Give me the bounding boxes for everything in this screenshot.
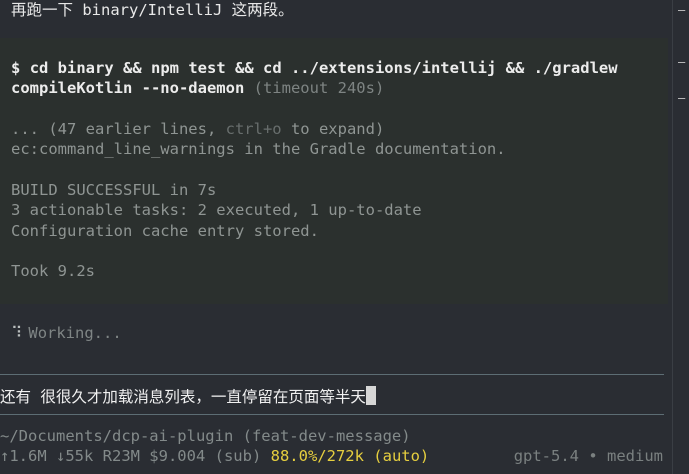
scroll-marker-icon: —: [678, 91, 686, 105]
shell-prompt: $: [11, 59, 21, 77]
command-line-1: $ cd binary && npm test && cd ../extensi…: [11, 59, 618, 77]
command-line-2: compileKotlin --no-daemon (timeout 240s): [11, 79, 384, 97]
command-output-block: $ cd binary && npm test && cd ../extensi…: [0, 38, 668, 304]
token-cost-stats: ↑1.6M ↓55k R23M $9.004 (sub): [0, 447, 271, 465]
assistant-message: 再跑一下 binary/IntelliJ 这两段。: [11, 1, 294, 19]
usage-stats: ↑1.6M ↓55k R23M $9.004 (sub) 88.0%/272k …: [0, 447, 429, 465]
input-top-divider: [0, 374, 664, 375]
collapsed-prefix: ... (47 earlier lines,: [11, 120, 226, 138]
spinner-icon: ⠹: [11, 324, 23, 342]
scroll-marker-icon: —: [678, 3, 686, 17]
collapsed-lines-toggle[interactable]: ... (47 earlier lines, ctrl+o to expand): [11, 120, 384, 138]
command-text-1: cd binary && npm test && cd ../extension…: [29, 59, 618, 77]
output-line: ec:command_line_warnings in the Gradle d…: [11, 140, 506, 158]
output-line: 3 actionable tasks: 2 executed, 1 up-to-…: [11, 201, 422, 219]
text-cursor: [365, 386, 376, 405]
working-status: ⠹ Working...: [11, 323, 122, 343]
message-input-value: 还有 很很久才加载消息列表，一直停留在页面等半天: [0, 388, 366, 406]
scrollbar[interactable]: — — —: [672, 0, 689, 474]
expand-shortcut-key: ctrl+o: [225, 120, 282, 138]
working-text: Working...: [28, 324, 122, 342]
output-line: BUILD SUCCESSFUL in 7s: [11, 181, 217, 199]
command-text-2: compileKotlin --no-daemon: [11, 79, 245, 97]
command-timeout: (timeout 240s): [253, 79, 385, 97]
model-indicator[interactable]: gpt-5.4 • medium: [514, 447, 663, 465]
context-usage: 88.0%/272k (auto): [270, 447, 430, 465]
output-line: Configuration cache entry stored.: [11, 222, 319, 240]
message-input[interactable]: 还有 很很久才加载消息列表，一直停留在页面等半天: [0, 385, 376, 407]
working-directory: ~/Documents/dcp-ai-plugin (feat-dev-mess…: [0, 427, 411, 445]
input-bottom-divider: [0, 414, 664, 415]
scroll-marker-icon: —: [678, 55, 686, 69]
output-line: Took 9.2s: [11, 262, 95, 280]
collapsed-suffix: to expand): [281, 120, 385, 138]
